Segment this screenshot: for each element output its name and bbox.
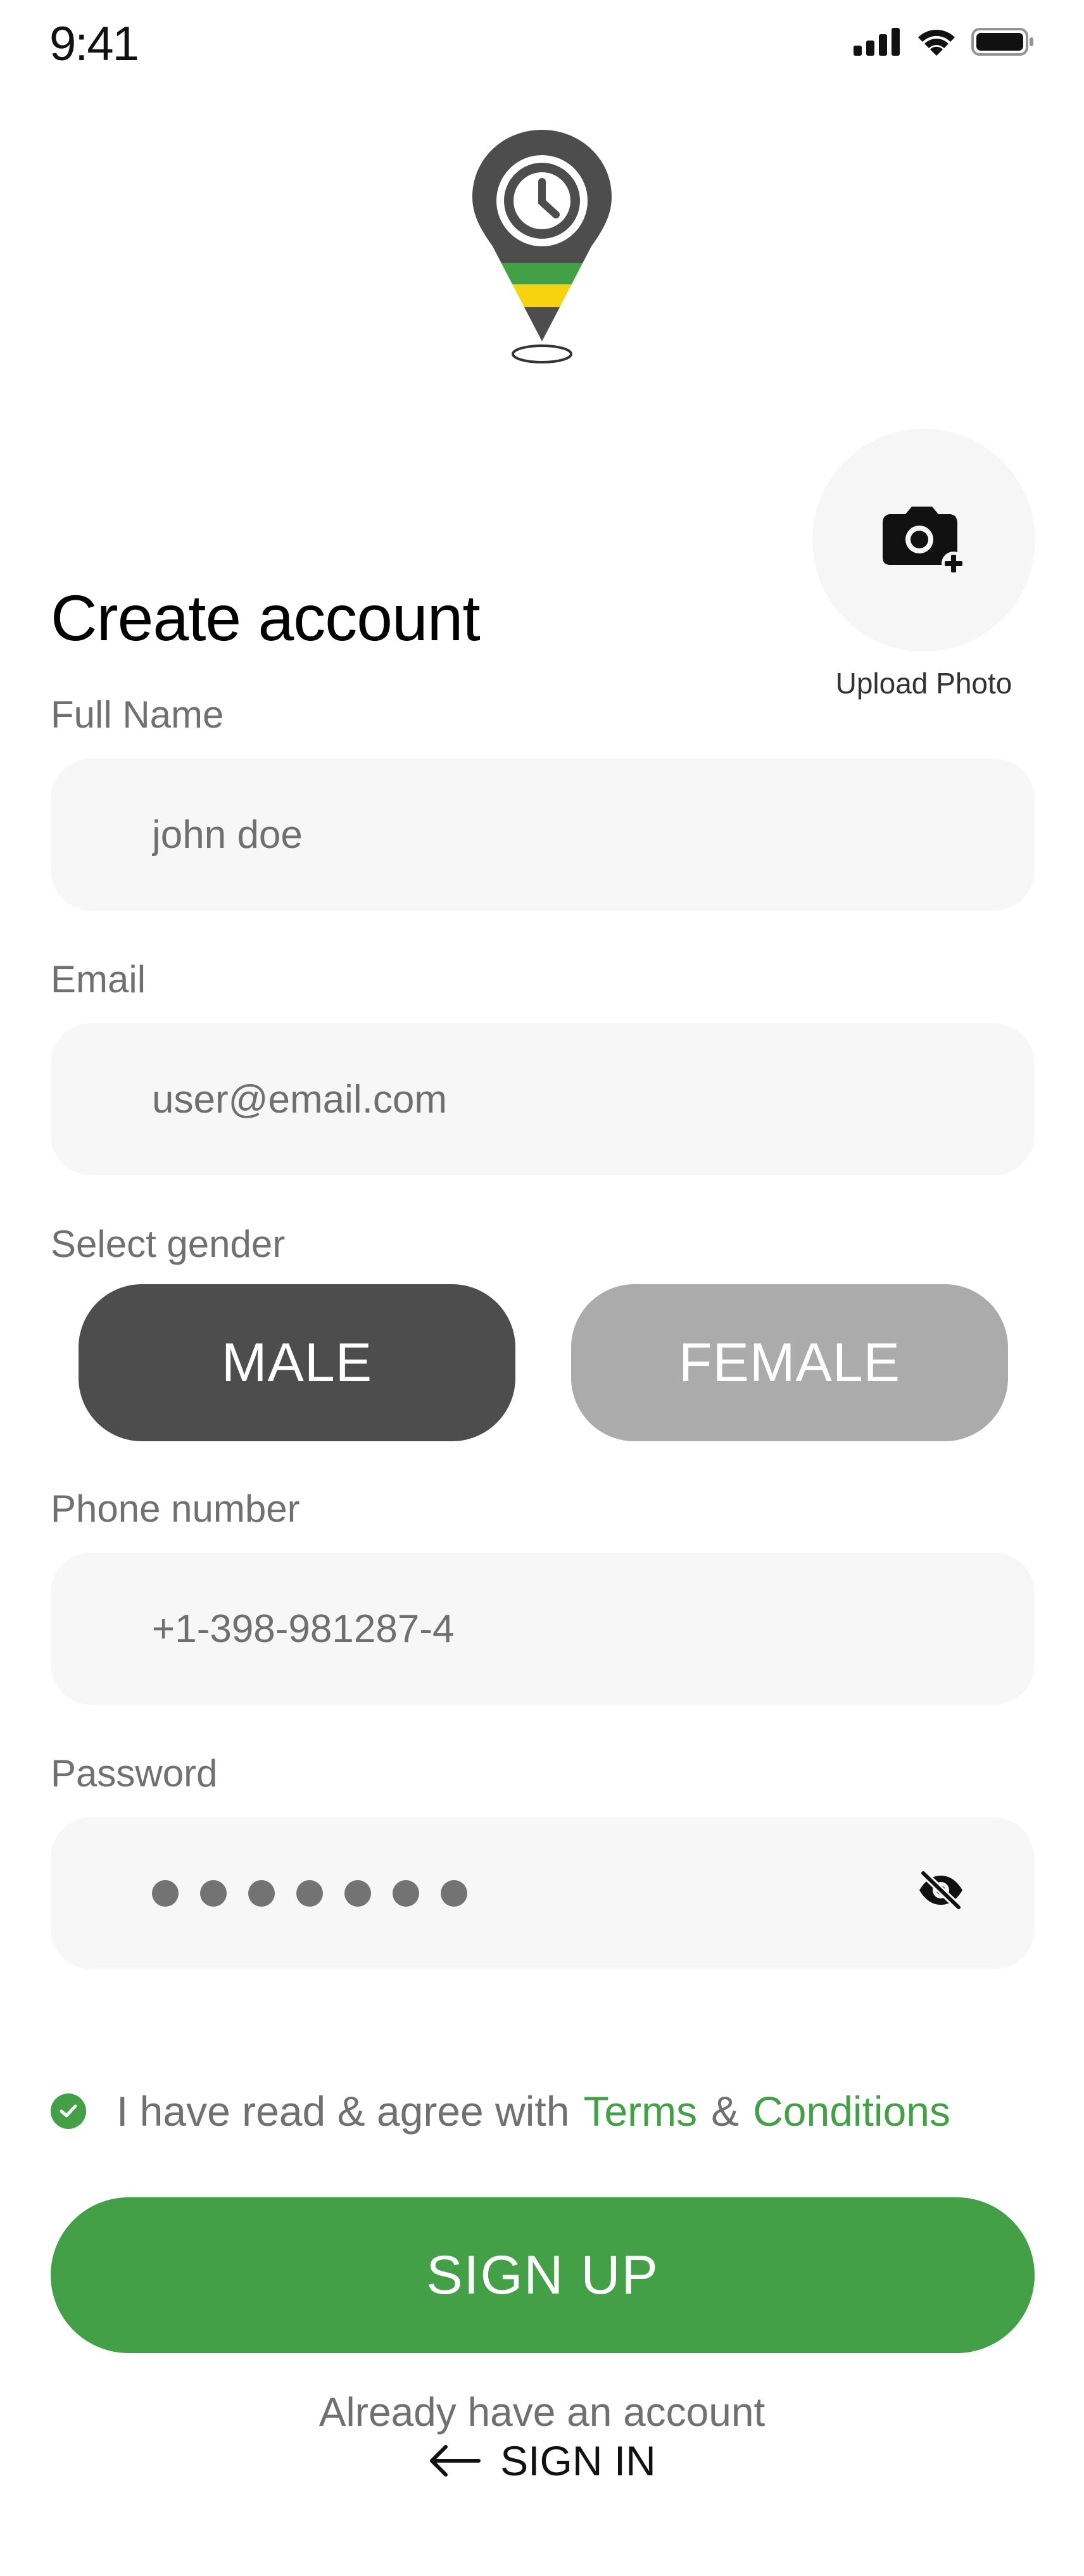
eye-off-icon[interactable] — [917, 1871, 965, 1910]
phone-input[interactable] — [152, 1606, 1035, 1651]
password-dot — [200, 1880, 227, 1907]
password-dot — [296, 1880, 323, 1907]
password-dots — [152, 1880, 467, 1907]
password-dot — [152, 1880, 179, 1907]
terms-agreement: I have read & agree with Terms & Conditi… — [51, 2087, 950, 2135]
status-bar: 9:41 — [0, 0, 1084, 89]
terms-link[interactable]: Terms — [583, 2087, 697, 2135]
gender-male-button[interactable]: MALE — [79, 1284, 515, 1441]
status-time: 9:41 — [49, 17, 139, 71]
conditions-link[interactable]: Conditions — [753, 2087, 950, 2135]
phone-label: Phone number — [51, 1487, 300, 1530]
gender-female-button[interactable]: FEMALE — [571, 1284, 1008, 1441]
sign-up-button[interactable]: SIGN UP — [51, 2197, 1035, 2353]
app-logo — [472, 130, 612, 363]
email-input[interactable] — [152, 1076, 1035, 1122]
gender-label: Select gender — [51, 1223, 286, 1265]
full-name-field[interactable] — [51, 759, 1035, 911]
battery-icon — [971, 28, 1033, 56]
password-dot — [344, 1880, 371, 1907]
email-label: Email — [51, 958, 146, 1001]
page-title: Create account — [51, 582, 481, 654]
status-icons — [854, 27, 1035, 57]
already-have-account-text: Already have an account — [318, 2389, 766, 2435]
password-dot — [393, 1880, 419, 1907]
sign-in-link[interactable]: SIGN IN — [0, 2437, 1084, 2485]
full-name-input[interactable] — [152, 812, 1035, 857]
agree-ampersand: & — [711, 2088, 740, 2135]
password-dot — [441, 1880, 467, 1907]
email-field[interactable] — [51, 1023, 1035, 1175]
upload-photo-button[interactable] — [812, 429, 1035, 652]
wifi-icon — [918, 29, 955, 56]
signal-icon — [854, 28, 900, 56]
agree-text: I have read & agree with — [117, 2088, 570, 2135]
check-icon — [60, 2104, 77, 2118]
upload-photo-label: Upload Photo — [835, 667, 1012, 700]
camera-add-icon — [883, 507, 965, 575]
full-name-label: Full Name — [51, 693, 224, 736]
arrow-left-icon — [430, 2445, 481, 2477]
sign-in-label: SIGN IN — [500, 2437, 656, 2484]
password-label: Password — [51, 1752, 218, 1795]
password-field[interactable] — [51, 1817, 1035, 1969]
phone-field[interactable] — [51, 1553, 1035, 1705]
terms-checkbox[interactable] — [51, 2093, 86, 2129]
password-dot — [248, 1880, 275, 1907]
